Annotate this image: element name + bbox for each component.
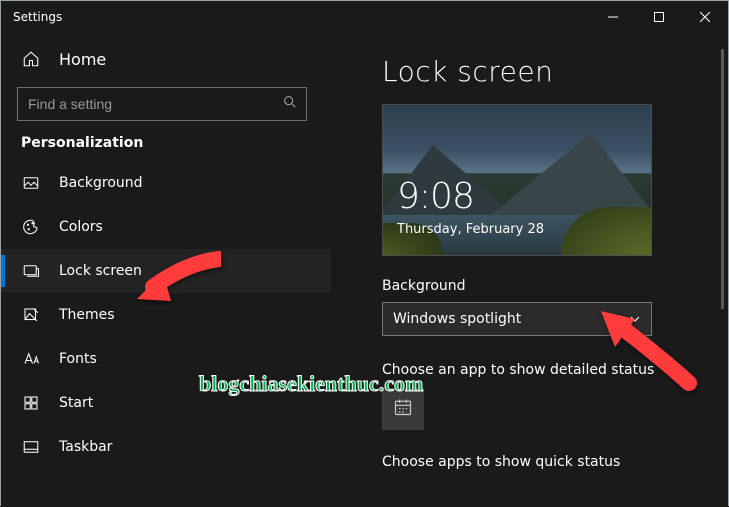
window-controls [590, 1, 728, 33]
sidebar-item-themes[interactable]: Themes [1, 293, 331, 337]
calendar-icon [393, 397, 413, 421]
palette-icon [21, 218, 41, 236]
preview-time: 9:08 [397, 176, 474, 217]
chevron-down-icon [629, 310, 641, 329]
preview-date: Thursday, February 28 [397, 222, 544, 237]
background-label: Background [382, 278, 728, 294]
sidebar-item-start[interactable]: Start [1, 381, 331, 425]
search-box[interactable] [17, 87, 307, 121]
themes-icon [21, 306, 41, 324]
minimize-button[interactable] [590, 1, 636, 33]
quick-status-label: Choose apps to show quick status [382, 454, 728, 470]
sidebar-item-fonts[interactable]: Fonts [1, 337, 331, 381]
taskbar-icon [21, 438, 41, 456]
background-dropdown[interactable]: Windows spotlight [382, 302, 652, 336]
sidebar-item-label: Themes [59, 307, 115, 323]
main-panel: Lock screen 9:08 Thursday, February 28 B… [331, 33, 728, 507]
category-header: Personalization [1, 135, 331, 161]
maximize-button[interactable] [636, 1, 682, 33]
sidebar-item-taskbar[interactable]: Taskbar [1, 425, 331, 469]
sidebar-item-label: Colors [59, 219, 103, 235]
sidebar-item-background[interactable]: Background [1, 161, 331, 205]
sidebar-item-label: Lock screen [59, 263, 142, 279]
dropdown-value: Windows spotlight [393, 311, 629, 327]
sidebar-item-colors[interactable]: Colors [1, 205, 331, 249]
start-icon [21, 394, 41, 412]
window-title: Settings [13, 10, 62, 24]
home-icon [21, 50, 41, 68]
image-icon [21, 174, 41, 192]
sidebar-item-label: Fonts [59, 351, 97, 367]
detailed-status-app-tile[interactable] [382, 388, 424, 430]
close-button[interactable] [682, 1, 728, 33]
sidebar-item-label: Start [59, 395, 93, 411]
sidebar-item-lock-screen[interactable]: Lock screen [1, 249, 331, 293]
search-icon [282, 94, 298, 114]
search-input[interactable] [28, 96, 282, 112]
sidebar-item-label: Taskbar [59, 439, 112, 455]
page-title: Lock screen [382, 55, 728, 88]
lockscreen-icon [21, 262, 41, 280]
detailed-status-label: Choose an app to show detailed status [382, 362, 728, 378]
scrollbar[interactable] [721, 49, 724, 309]
sidebar: Home Personalization Background Colors [1, 33, 331, 507]
fonts-icon [21, 350, 41, 368]
home-label: Home [59, 50, 106, 69]
lock-screen-preview[interactable]: 9:08 Thursday, February 28 [382, 104, 652, 256]
sidebar-item-label: Background [59, 175, 143, 191]
home-nav[interactable]: Home [1, 39, 331, 79]
